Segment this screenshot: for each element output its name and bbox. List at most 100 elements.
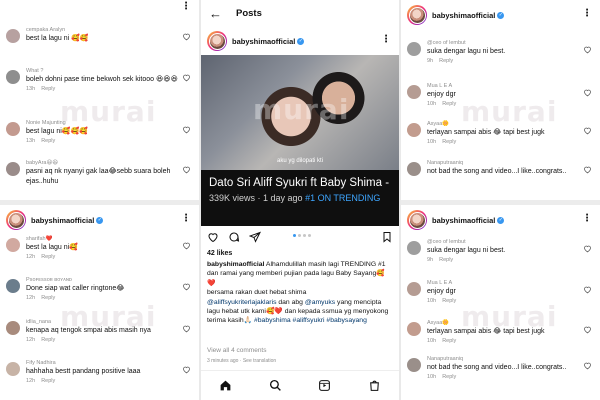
comment-avatar[interactable] [6,238,20,252]
comment-username[interactable]: Pꜱᴏꜰᴇꜱꜱᴏʀ ʙᴏʏᴀɴᴅ [26,277,179,284]
comment-avatar[interactable] [407,162,421,176]
reply-link[interactable]: Reply [41,138,55,144]
more-options-icon[interactable]: ⋮ [582,214,592,224]
comment-avatar[interactable] [407,241,421,255]
comment-username[interactable]: cempaka Aralyn [26,27,179,34]
mention-link[interactable]: @aliffsyukriterlajaklaris [207,299,276,306]
comment-avatar[interactable] [6,321,20,335]
reply-link[interactable]: Reply [442,338,456,344]
comment-username[interactable]: Mua L E A [427,280,580,287]
comment-item: babyAra😆😆 pasni aq nk nyanyi gak laa😂seb… [6,160,193,186]
like-heart-icon[interactable] [182,73,191,82]
like-heart-icon[interactable] [182,125,191,134]
back-arrow-icon[interactable]: ← [209,7,222,20]
shop-bag-icon[interactable] [368,379,381,392]
comment-avatar[interactable] [6,29,20,43]
like-heart-icon[interactable] [182,324,191,333]
like-heart-icon[interactable] [583,126,592,135]
more-options-icon[interactable]: ⋮ [381,35,391,45]
caption-text: dan abg [276,298,305,306]
like-heart-icon[interactable] [182,282,191,291]
comment-username[interactable]: idlia_nana [26,319,179,326]
comment-username[interactable]: Mua L E A [427,83,580,90]
reply-link[interactable]: Reply [41,337,55,343]
comment-avatar[interactable] [6,70,20,84]
view-all-comments-link[interactable]: View all 4 comments [207,347,267,354]
reply-link[interactable]: Reply [41,86,55,92]
comments-panel-left-bottom: babyshimaofficial ✓ ⋮ sharifah❤️ best la … [0,205,199,400]
comment-avatar[interactable] [6,362,20,376]
like-heart-icon[interactable] [583,285,592,294]
comments-panel-right-bottom: babyshimaofficial ✓ ⋮ @ceo of lembut suka… [401,205,600,400]
caption-username[interactable]: babyshimaofficial [207,261,264,268]
comment-username[interactable]: Fify Nadhira [26,360,179,367]
comment-bubble-icon[interactable] [228,231,240,243]
like-heart-icon[interactable] [583,325,592,334]
comment-username[interactable]: Nanaputraaniq [427,356,580,363]
comment-username[interactable]: @ceo of lembut [427,40,580,47]
more-options-icon[interactable]: ⋮ [181,214,191,224]
like-heart-icon[interactable] [583,244,592,253]
comment-avatar[interactable] [407,123,421,137]
profile-username[interactable]: babyshimaofficial ✓ [432,11,505,20]
like-heart-icon[interactable] [182,165,191,174]
comment-item: Mua L E A enjoy dgr 10h Reply [407,83,594,108]
reply-link[interactable]: Reply [439,58,453,64]
profile-avatar[interactable] [407,210,427,230]
profile-avatar[interactable] [6,210,26,230]
hashtag-links[interactable]: #babyshima #aliffsyukri #babysayang [254,317,367,324]
comment-avatar[interactable] [407,42,421,56]
comment-username[interactable]: @ceo of lembut [427,239,580,246]
reply-link[interactable]: Reply [442,139,456,145]
mention-link[interactable]: @amyuks [305,299,335,306]
more-options-icon[interactable]: ⋮ [582,9,592,19]
post-video-frame[interactable]: aku yg dilopati kti murai [201,55,399,170]
search-icon[interactable] [269,379,282,392]
comment-text: Done siap wat caller ringtone😂 [26,285,125,292]
profile-username[interactable]: babyshimaofficial ✓ [432,216,505,225]
comment-avatar[interactable] [6,162,20,176]
comment-username[interactable]: babyAra😆😆 [26,160,179,167]
reply-link[interactable]: Reply [41,295,55,301]
reply-link[interactable]: Reply [439,257,453,263]
reply-link[interactable]: Reply [442,101,456,107]
comment-username[interactable]: sharifah❤️ [26,236,179,243]
like-heart-icon[interactable] [182,365,191,374]
home-icon[interactable] [219,379,232,392]
comment-avatar[interactable] [6,122,20,136]
likes-count[interactable]: 42 likes [207,250,232,257]
reply-link[interactable]: Reply [41,254,55,260]
comment-username[interactable]: What ? [26,68,179,75]
comment-username[interactable]: Asyaa🌼 [427,320,580,327]
comment-username[interactable]: Nonie Majunting [26,120,179,127]
share-send-icon[interactable] [249,231,261,243]
bookmark-icon[interactable] [381,231,393,243]
reply-link[interactable]: Reply [442,298,456,304]
comment-avatar[interactable] [407,282,421,296]
comment-username[interactable]: Nanaputraaniq [427,160,580,167]
comment-item: sharifah❤️ best la lagu ni🥰 12h Reply [6,236,193,261]
like-heart-icon[interactable] [182,241,191,250]
comment-avatar[interactable] [407,85,421,99]
post-header: babyshimaofficial ✓ ⋮ [201,28,399,54]
like-heart-icon[interactable] [583,165,592,174]
reply-link[interactable]: Reply [442,374,456,380]
like-heart-icon[interactable] [182,32,191,41]
more-options-icon[interactable]: ⋮ [181,2,191,12]
comment-username[interactable]: Asyaa🌼 [427,121,580,128]
profile-avatar[interactable] [407,5,427,25]
like-heart-icon[interactable] [207,231,219,243]
comment-time: 9h [427,57,434,64]
comment-item: Nonie Majunting best lagu ni🥰🥰🥰 13h Reply [6,120,193,145]
comment-avatar[interactable] [407,322,421,336]
comment-avatar[interactable] [6,279,20,293]
reply-link[interactable]: Reply [41,378,55,384]
like-heart-icon[interactable] [583,361,592,370]
profile-username[interactable]: babyshimaofficial ✓ [31,216,104,225]
profile-username[interactable]: babyshimaofficial ✓ [232,37,305,46]
reels-icon[interactable] [318,379,331,392]
comment-avatar[interactable] [407,358,421,372]
like-heart-icon[interactable] [583,45,592,54]
profile-avatar[interactable] [207,31,227,51]
like-heart-icon[interactable] [583,88,592,97]
